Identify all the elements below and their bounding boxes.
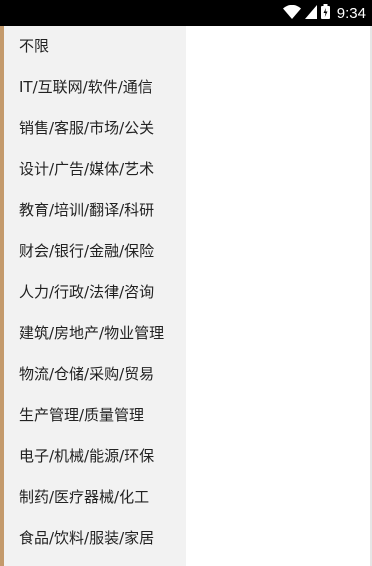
category-item[interactable]: 销售/客服/市场/公关 — [4, 108, 186, 149]
signal-icon — [304, 4, 317, 23]
wifi-icon — [282, 4, 301, 23]
category-item[interactable]: 物流/仓储/采购/贸易 — [4, 354, 186, 395]
category-menu: 不限 IT/互联网/软件/通信 销售/客服/市场/公关 设计/广告/媒体/艺术 教育/培… — [4, 26, 186, 566]
status-icons: 9:34 — [282, 0, 366, 26]
category-item[interactable]: 制药/医疗器械/化工 — [4, 477, 186, 518]
category-item[interactable]: 电子/机械/能源/环保 — [4, 436, 186, 477]
category-item[interactable]: 设计/广告/媒体/艺术 — [4, 149, 186, 190]
content-pane — [186, 26, 372, 566]
category-item[interactable]: 食品/饮料/服装/家居 — [4, 518, 186, 559]
category-item[interactable]: 人力/行政/法律/咨询 — [4, 272, 186, 313]
status-time: 9:34 — [336, 4, 366, 22]
battery-icon — [320, 3, 330, 23]
category-list: 不限 IT/互联网/软件/通信 销售/客服/市场/公关 设计/广告/媒体/艺术 教育/培… — [4, 26, 186, 559]
category-item[interactable]: 财会/银行/金融/保险 — [4, 231, 186, 272]
category-item[interactable]: IT/互联网/软件/通信 — [4, 67, 186, 108]
status-bar: 9:34 — [0, 0, 372, 26]
category-item-unlimited[interactable]: 不限 — [4, 26, 186, 67]
category-item[interactable]: 教育/培训/翻译/科研 — [4, 190, 186, 231]
category-item[interactable]: 建筑/房地产/物业管理 — [4, 313, 186, 354]
category-item[interactable]: 生产管理/质量管理 — [4, 395, 186, 436]
